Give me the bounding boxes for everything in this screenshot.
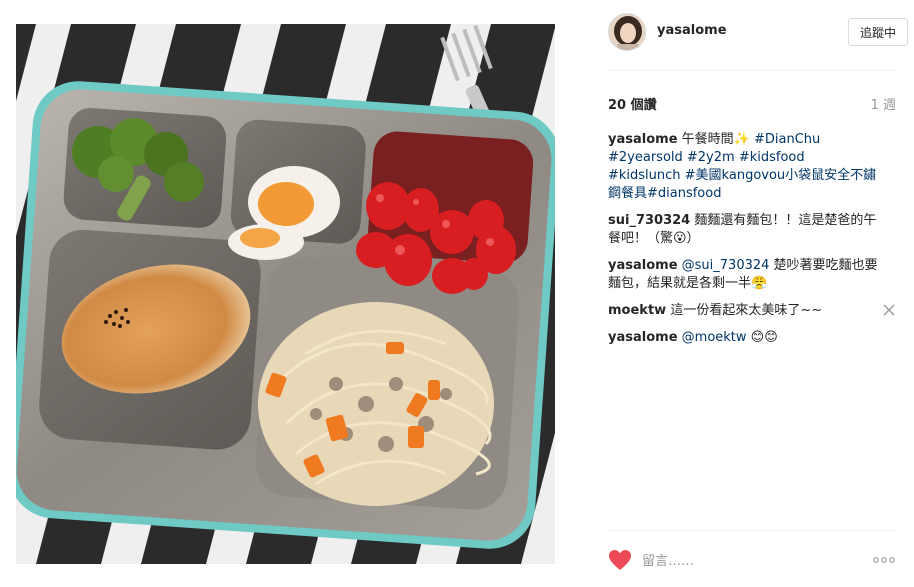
comment-item: moektw 這一份看起來太美味了~~ <box>608 302 896 320</box>
post-header: yasalome 追蹤中 <box>608 13 908 53</box>
more-options-icon[interactable] <box>872 555 896 565</box>
comment-item: yasalome 午餐時間✨ #DianChu #2yearsold #2y2m… <box>608 131 896 203</box>
comment-username[interactable]: yasalome <box>608 132 678 147</box>
post-actions <box>608 547 896 575</box>
comment-username[interactable]: yasalome <box>608 330 678 345</box>
comment-username[interactable]: sui_730324 <box>608 213 690 228</box>
comment-text: 午餐時間✨ <box>681 132 750 147</box>
comment-username[interactable]: yasalome <box>608 258 678 273</box>
comment-list: yasalome 午餐時間✨ #DianChu #2yearsold #2y2m… <box>608 131 896 356</box>
avatar[interactable] <box>608 13 646 51</box>
following-button[interactable]: 追蹤中 <box>848 18 908 46</box>
post-details-panel: yasalome 追蹤中 20 個讚 1 週 yasalome 午餐時間✨ #D… <box>596 0 914 587</box>
avatar-image <box>609 14 645 50</box>
comment-item: sui_730324 麵麵還有麵包！！這是楚爸的午餐吧！（驚😮） <box>608 212 896 248</box>
header-divider <box>608 70 896 71</box>
comment-item: yasalome @sui_730324 楚吵著要吃麵也要麵包，結果就是各剩一半… <box>608 257 896 293</box>
post-photo[interactable] <box>16 24 555 564</box>
footer-divider <box>608 530 896 531</box>
post-meta: 20 個讚 1 週 <box>608 94 896 113</box>
post-author-username[interactable]: yasalome <box>657 23 727 38</box>
comment-mention[interactable]: @moektw <box>682 330 747 345</box>
comment-mention[interactable]: @sui_730324 <box>682 258 770 273</box>
comment-text: 😊😊 <box>750 330 778 345</box>
comment-username[interactable]: moektw <box>608 303 666 318</box>
post-time[interactable]: 1 週 <box>871 94 896 113</box>
lunch-tray-image <box>16 24 555 564</box>
like-count[interactable]: 20 個讚 <box>608 94 657 113</box>
comment-text: 這一份看起來太美味了~~ <box>670 303 823 318</box>
comment-input[interactable] <box>642 551 852 571</box>
comment-item: yasalome @moektw 😊😊 <box>608 329 896 347</box>
heart-icon[interactable] <box>608 549 632 571</box>
close-icon[interactable] <box>882 303 896 317</box>
